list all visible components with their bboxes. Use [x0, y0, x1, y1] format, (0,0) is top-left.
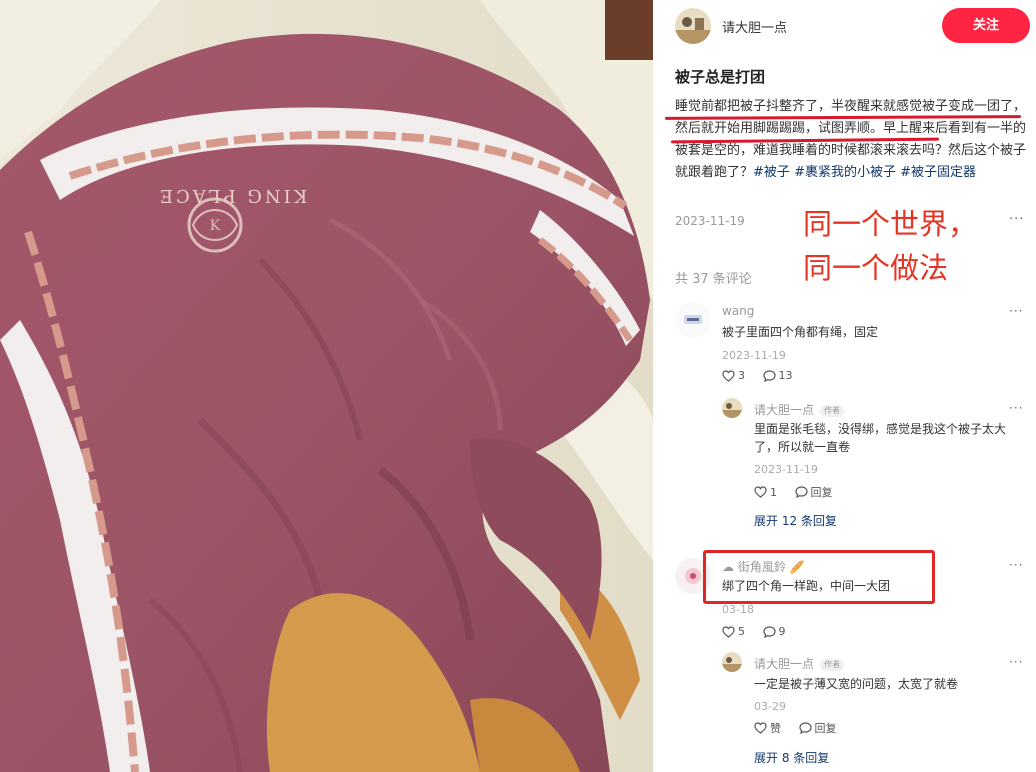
author-avatar[interactable]: [675, 8, 711, 44]
author-badge: 作者: [820, 405, 845, 417]
comment-text: 被子里面四个角都有绳，固定: [722, 325, 879, 339]
author-bar: 请大胆一点 关注: [675, 8, 1030, 44]
comment-more-button[interactable]: ···: [1009, 655, 1023, 669]
annotation-text: 同一个世界， 同一个做法: [803, 202, 977, 290]
svg-text:K: K: [210, 218, 221, 234]
comment-date: 2023-11-19: [754, 463, 818, 476]
svg-text:KING PLACE: KING PLACE: [157, 185, 307, 206]
comment-text: 里面是张毛毯，没得绑，感觉是我这个被子太大了，所以就一直卷: [754, 422, 1007, 454]
reply-count: 9: [778, 625, 786, 638]
avatar[interactable]: [675, 302, 711, 338]
comment-icon: [794, 486, 808, 498]
post-title: 被子总是打团: [675, 68, 766, 86]
comment-icon: [762, 369, 776, 382]
tag-link[interactable]: #被子: [753, 165, 790, 180]
like-button[interactable]: 赞: [754, 720, 781, 736]
comment-username: 请大胆一点 作者: [754, 655, 845, 672]
post-detail-panel: 请大胆一点 关注 被子总是打团 睡觉前都把被子抖整齐了，半夜醒来就感觉被子变成一…: [653, 0, 1036, 772]
like-label: 赞: [770, 722, 781, 735]
heart-icon: [754, 722, 767, 734]
reply-button[interactable]: 回复: [794, 484, 833, 500]
post-date: 2023-11-19: [675, 214, 745, 228]
comment-username[interactable]: wang: [722, 304, 754, 318]
avatar[interactable]: [722, 398, 742, 418]
comment-date: 03-29: [754, 700, 786, 713]
comment-actions: 5 9: [722, 625, 800, 641]
like-count: 1: [770, 485, 777, 499]
comment-icon: [762, 625, 776, 638]
comment-icon: [798, 722, 812, 734]
heart-icon: [722, 625, 735, 638]
avatar[interactable]: [722, 652, 742, 672]
comment-count: 共 37 条评论: [675, 272, 752, 287]
annotation-line-1: 同一个世界，: [803, 207, 978, 241]
tag-link[interactable]: #裹紧我的小被子: [794, 165, 896, 180]
reply-button[interactable]: 13: [762, 369, 793, 382]
like-count: 3: [738, 369, 745, 382]
post-image: K KING PLACE: [0, 0, 653, 772]
follow-button[interactable]: 关注: [942, 8, 1030, 43]
reply-username[interactable]: 请大胆一点: [754, 657, 814, 671]
comment-actions: 3 13: [722, 369, 807, 385]
reply-button[interactable]: 9: [762, 625, 786, 638]
comment-more-button[interactable]: ···: [1009, 304, 1023, 318]
reply-button[interactable]: 回复: [798, 720, 837, 736]
expand-replies-button[interactable]: 展开 8 条回复: [754, 749, 829, 766]
comment-username: 请大胆一点 作者: [754, 401, 845, 418]
annotation-line-2: 同一个做法: [803, 251, 949, 285]
like-count: 5: [738, 625, 745, 638]
reply-label: 回复: [814, 722, 837, 735]
reply-username[interactable]: 请大胆一点: [754, 403, 814, 417]
heart-icon: [722, 369, 735, 382]
comment-text: 一定是被子薄又宽的问题，太宽了就卷: [754, 677, 959, 691]
heart-icon: [754, 486, 767, 498]
comment-date: 2023-11-19: [722, 349, 786, 362]
tag-link[interactable]: #被子固定器: [900, 165, 976, 180]
comment-more-button[interactable]: ···: [1009, 558, 1023, 572]
author-badge: 作者: [820, 659, 845, 671]
more-options-button[interactable]: ···: [1009, 212, 1024, 227]
like-button[interactable]: 5: [722, 625, 745, 638]
comment-actions: 赞 回复: [754, 720, 851, 737]
comment-actions: 1 回复: [754, 484, 847, 501]
author-name[interactable]: 请大胆一点: [722, 17, 787, 36]
reply-count: 13: [778, 369, 793, 382]
like-button[interactable]: 1: [754, 486, 777, 499]
reply-label: 回复: [810, 486, 833, 499]
expand-replies-button[interactable]: 展开 12 条回复: [754, 512, 837, 529]
comment-more-button[interactable]: ···: [1009, 401, 1023, 415]
comment-date: 03-18: [722, 603, 754, 616]
annotation-box: [703, 550, 935, 604]
like-button[interactable]: 3: [722, 369, 745, 382]
